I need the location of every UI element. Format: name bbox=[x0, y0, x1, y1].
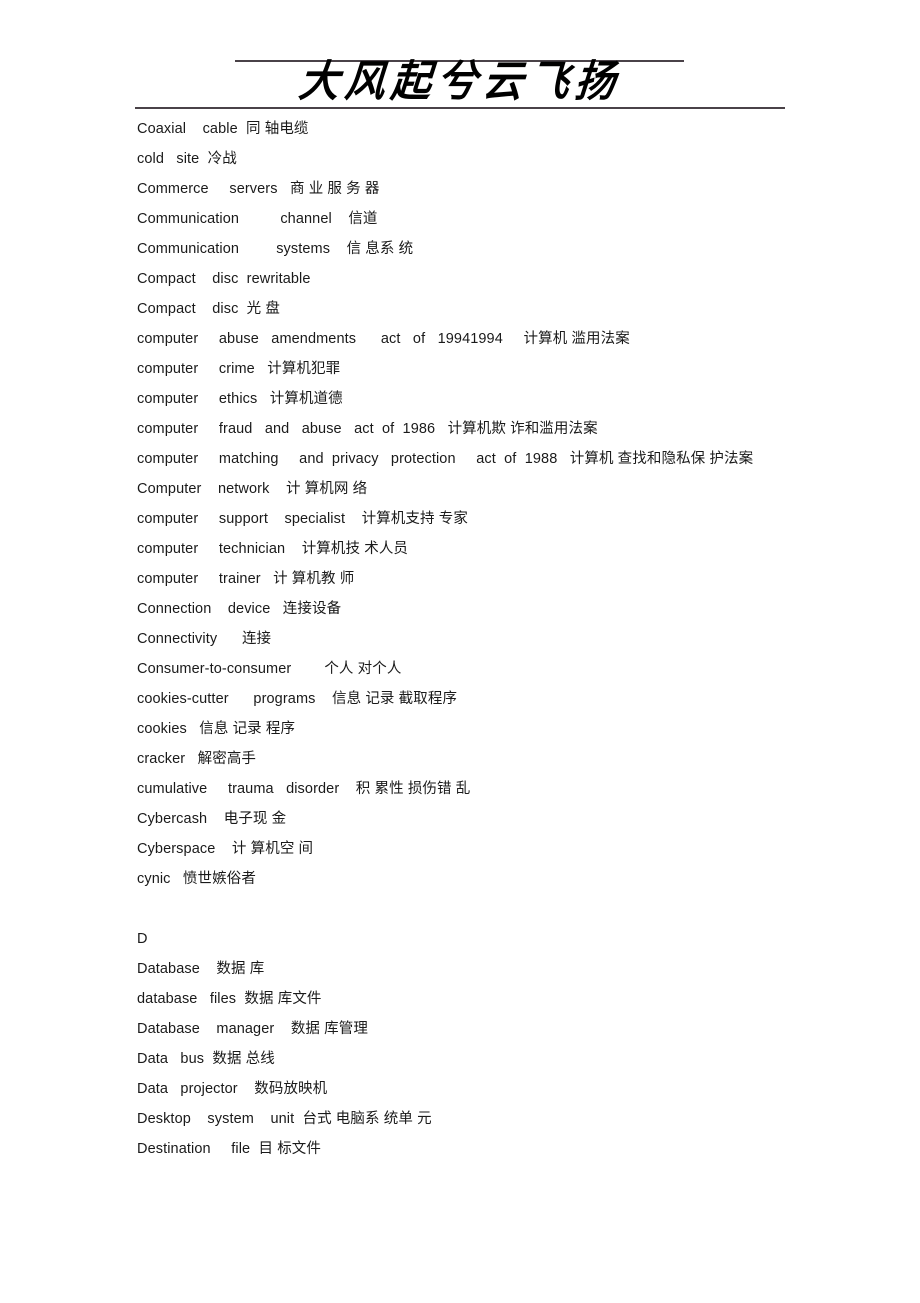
glossary-entry: Consumer-to-consumer 个人 对个人 bbox=[137, 661, 402, 677]
glossary-entry: Database manager 数据 库管理 bbox=[137, 1021, 368, 1037]
glossary-entry: Desktop system unit 台式 电脑系 统单 元 bbox=[137, 1111, 432, 1127]
section-heading: D bbox=[137, 931, 148, 947]
glossary-entry-list: Coaxial cable 同 轴电缆 cold site 冷战 Commerce … bbox=[137, 114, 785, 1164]
glossary-entry: Connectivity 连接 bbox=[137, 631, 272, 647]
glossary-entry: computer ethics 计算机道德 bbox=[137, 391, 343, 407]
glossary-entry: Commerce servers 商 业 服 务 器 bbox=[137, 181, 380, 197]
glossary-entry: Computer network 计 算机网 络 bbox=[137, 481, 368, 497]
page-title: 大风起兮云飞扬 bbox=[296, 56, 624, 107]
glossary-entry: Destination file 目 标文件 bbox=[137, 1141, 322, 1157]
glossary-entry: Coaxial cable 同 轴电缆 bbox=[137, 121, 309, 137]
glossary-entry: computer fraud and abuse act of 1986 计算机… bbox=[137, 421, 598, 437]
glossary-entry: computer abuse amendments act of 1994199… bbox=[137, 331, 630, 347]
glossary-entry: Cyberspace 计 算机空 间 bbox=[137, 841, 314, 857]
glossary-entry: cynic 愤世嫉俗者 bbox=[137, 871, 256, 887]
glossary-entry: computer support specialist 计算机支持 专家 bbox=[137, 511, 468, 527]
glossary-entry: computer crime 计算机犯罪 bbox=[137, 361, 341, 377]
glossary-entry: Cybercash 电子现 金 bbox=[137, 811, 287, 827]
document-header: 大风起兮云飞扬 bbox=[0, 56, 920, 114]
glossary-entry: computer trainer 计 算机教 师 bbox=[137, 571, 355, 587]
glossary-entry: computer technician 计算机技 术人员 bbox=[137, 541, 409, 557]
glossary-entry: computer matching and privacy protection… bbox=[137, 451, 754, 467]
glossary-entry: Database 数据 库 bbox=[137, 961, 265, 977]
glossary-entry: Data projector 数码放映机 bbox=[137, 1081, 328, 1097]
glossary-entry: cumulative trauma disorder 积 累性 损伤错 乱 bbox=[137, 781, 471, 797]
glossary-entry: cold site 冷战 bbox=[137, 151, 237, 167]
entry-spacer bbox=[137, 894, 785, 924]
glossary-entry: database files 数据 库文件 bbox=[137, 991, 322, 1007]
glossary-entry: Communication channel 信道 bbox=[137, 211, 378, 227]
glossary-entry: Compact disc rewritable bbox=[137, 271, 311, 287]
glossary-entry: Communication systems 信 息系 统 bbox=[137, 241, 414, 257]
glossary-entry: Compact disc 光 盘 bbox=[137, 301, 281, 317]
document-page: 大风起兮云飞扬 Coaxial cable 同 轴电缆 cold site 冷战 C… bbox=[0, 0, 920, 1303]
glossary-entry: Connection device 连接设备 bbox=[137, 601, 342, 617]
header-rule-bottom bbox=[135, 107, 785, 109]
glossary-entry: cookies-cutter programs 信息 记录 截取程序 bbox=[137, 691, 458, 707]
glossary-entry: cracker 解密高手 bbox=[137, 751, 257, 767]
glossary-entry: cookies 信息 记录 程序 bbox=[137, 721, 296, 737]
glossary-entry: Data bus 数据 总线 bbox=[137, 1051, 275, 1067]
